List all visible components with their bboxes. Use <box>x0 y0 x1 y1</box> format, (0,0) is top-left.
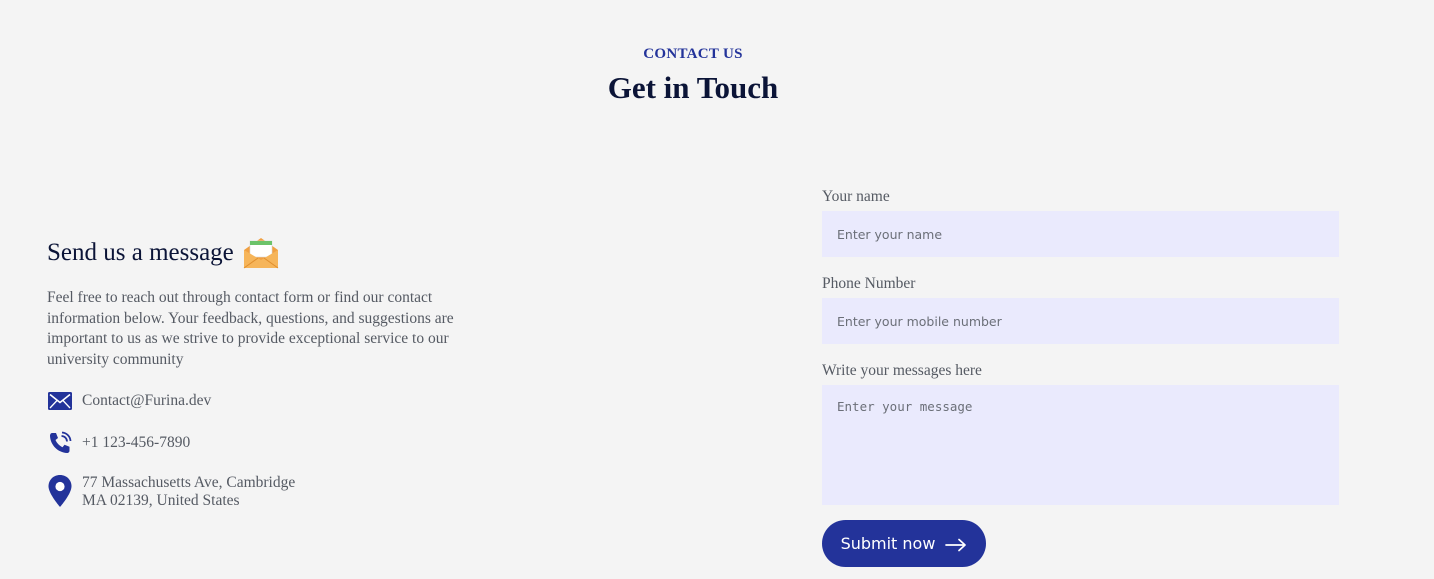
submit-button-label: Submit now <box>840 534 936 553</box>
message-label: Write your messages here <box>822 362 982 379</box>
message-textarea[interactable] <box>822 385 1339 505</box>
arrow-right-icon <box>945 537 967 551</box>
contact-form: Your name Phone Number Write your messag… <box>822 186 1339 567</box>
page-title: Get in Touch <box>607 70 779 105</box>
phone-row: +1 123-456-7890 <box>47 430 190 456</box>
contact-description: Feel free to reach out through contact f… <box>47 289 454 368</box>
submit-button[interactable]: Submit now <box>822 520 986 567</box>
location-pin-icon <box>47 474 73 507</box>
phone-icon <box>47 430 73 456</box>
email-row: Contact@Furina.dev <box>47 388 211 414</box>
address-line-2: MA 02139, United States <box>82 492 240 509</box>
phone-input[interactable] <box>822 298 1339 344</box>
message-heading: Send us a message <box>47 234 487 272</box>
contact-info-panel: Send us a message Feel free to reach out… <box>47 234 487 509</box>
name-label: Your name <box>822 188 890 205</box>
address-text: 77 Massachusetts Ave, Cambridge MA 02139… <box>82 474 295 510</box>
phone-link[interactable]: +1 123-456-7890 <box>82 430 190 456</box>
envelope-icon <box>47 388 73 414</box>
envelope-open-icon <box>242 236 280 270</box>
message-heading-text: Send us a message <box>47 239 234 266</box>
email-link[interactable]: Contact@Furina.dev <box>82 388 211 414</box>
name-input[interactable] <box>822 211 1339 257</box>
address-row: 77 Massachusetts Ave, Cambridge MA 02139… <box>47 474 295 510</box>
address-line-1: 77 Massachusetts Ave, Cambridge <box>82 474 296 491</box>
phone-label: Phone Number <box>822 275 916 292</box>
section-eyebrow: CONTACT US <box>643 46 743 62</box>
contact-page: CONTACT US Get in Touch Send us a messag… <box>0 0 1434 579</box>
